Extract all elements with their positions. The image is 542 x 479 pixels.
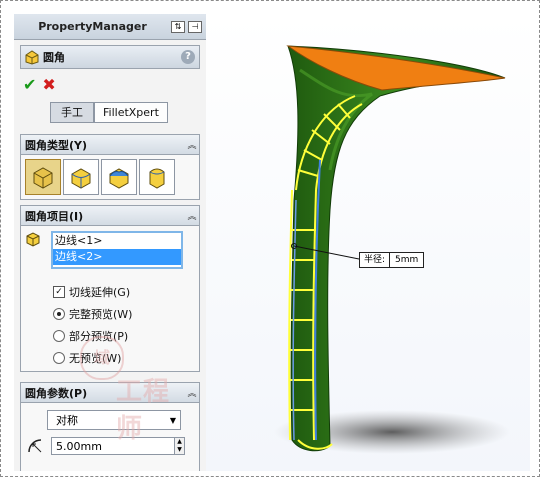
model-drawing	[274, 45, 510, 454]
dimension-label: 半径:	[360, 253, 391, 267]
part-body[interactable]	[287, 45, 506, 452]
dimension-value[interactable]: 5mm	[390, 253, 423, 267]
radius-dimension-callout[interactable]: 半径: 5mm	[359, 252, 425, 268]
